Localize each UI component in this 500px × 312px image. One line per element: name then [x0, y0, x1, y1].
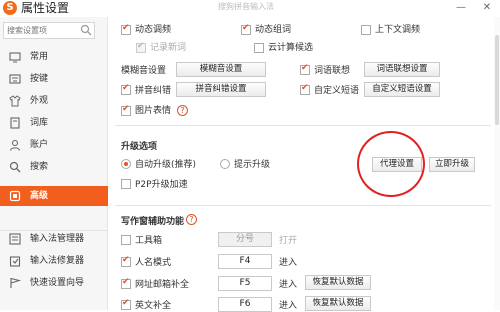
divider — [115, 205, 491, 206]
sidebar-item-common[interactable]: 常用 — [0, 47, 108, 67]
help-icon[interactable]: ? — [186, 214, 197, 225]
tool-label: 快速设置向导 — [30, 278, 85, 288]
english-complete-action-label: 进入 — [279, 301, 298, 311]
english-complete-label: 英文补全 — [135, 301, 172, 311]
name-mode-label: 人名模式 — [135, 258, 172, 268]
auto-upgrade-radio[interactable] — [121, 159, 131, 169]
auto-upgrade-label: 自动升级(推荐) — [135, 160, 197, 170]
english-complete-checkbox[interactable] — [121, 298, 131, 310]
advanced-icon — [9, 190, 21, 202]
settings-panel: 动态调频 动态组词 上下文调频 记录新词 云计算候选 模糊音设置 模糊音设置 词… — [109, 17, 500, 312]
tool-ime-manager[interactable]: 输入法管理器 — [0, 229, 108, 249]
sidebar-search — [3, 22, 95, 39]
sidebar-item-label: 账户 — [30, 140, 49, 150]
shirt-icon — [9, 95, 21, 107]
custom-phrase-label: 自定义短语 — [314, 86, 360, 96]
url-email-label: 网址邮箱补全 — [135, 280, 190, 290]
cloud-candidate-checkbox[interactable] — [254, 43, 264, 53]
toolbox-label: 工具箱 — [135, 236, 163, 246]
search-icon[interactable] — [80, 24, 92, 36]
name-mode-checkbox[interactable] — [121, 255, 131, 267]
restore-url-email-button[interactable]: 恢复默认数据 — [305, 275, 371, 290]
context-tune-checkbox[interactable] — [361, 25, 371, 35]
sidebar-item-label: 搜索 — [30, 162, 49, 172]
url-email-action-label: 进入 — [279, 280, 298, 290]
url-email-key-input[interactable]: F5 — [218, 276, 272, 291]
p2p-checkbox[interactable] — [121, 179, 131, 189]
book-icon — [10, 117, 20, 129]
emoji-checkbox[interactable] — [121, 104, 131, 116]
toolbox-checkbox[interactable] — [121, 235, 131, 245]
custom-phrase-checkbox[interactable] — [300, 83, 310, 95]
sidebar-item-dictionary[interactable]: 词库 — [0, 113, 108, 133]
toolbox-action-label: 打开 — [279, 236, 298, 246]
writing-section-title: 写作窗辅助功能 — [121, 217, 185, 227]
title-bar: S 属性设置 搜狗拼音输入法 — ✕ — [0, 0, 500, 17]
sidebar: 常用 按键 外观 词库 账户 搜索 高级 输入法管理器 输入法修复器 快速设置向… — [0, 17, 108, 310]
tool-label: 输入法修复器 — [30, 256, 85, 266]
manager-icon — [9, 233, 21, 245]
spell-correct-checkbox[interactable] — [121, 83, 131, 95]
repair-icon — [9, 256, 21, 267]
custom-phrase-settings-button[interactable]: 自定义短语设置 — [364, 82, 440, 97]
wizard-icon — [10, 277, 21, 288]
sidebar-item-label: 按键 — [30, 74, 49, 84]
window-title: 属性设置 — [21, 1, 70, 15]
divider — [115, 125, 491, 126]
name-mode-key-input[interactable]: F4 — [218, 254, 272, 269]
sidebar-item-label: 外观 — [30, 96, 49, 106]
sidebar-item-label: 常用 — [30, 52, 49, 62]
emoji-label: 图片表情 — [135, 106, 172, 116]
sidebar-item-label: 词库 — [30, 118, 49, 128]
help-icon[interactable]: ? — [177, 105, 188, 116]
prompt-upgrade-label: 提示升级 — [234, 160, 271, 170]
dynamic-combine-checkbox[interactable] — [241, 23, 251, 35]
user-icon — [9, 139, 21, 151]
close-button[interactable]: ✕ — [478, 1, 496, 15]
cloud-candidate-label: 云计算候选 — [268, 43, 314, 53]
sidebar-item-account[interactable]: 账户 — [0, 135, 108, 155]
dynamic-tune-checkbox[interactable] — [121, 23, 131, 35]
upgrade-now-button[interactable]: 立即升级 — [429, 157, 475, 172]
sidebar-item-advanced[interactable]: 高级 — [0, 186, 108, 206]
tool-ime-repair[interactable]: 输入法修复器 — [0, 251, 108, 271]
scrollbar-thumb[interactable] — [495, 35, 499, 125]
sidebar-item-keys[interactable]: 按键 — [0, 69, 108, 89]
record-new-checkbox[interactable] — [136, 41, 146, 53]
name-mode-action-label: 进入 — [279, 258, 298, 268]
sogou-logo-icon: S — [3, 1, 17, 15]
fuzzy-label: 模糊音设置 — [121, 66, 167, 76]
spell-correct-label: 拼音纠错 — [135, 86, 172, 96]
monitor-icon — [9, 52, 21, 63]
association-settings-button[interactable]: 词语联想设置 — [364, 62, 440, 77]
association-label: 词语联想 — [314, 66, 351, 76]
p2p-label: P2P升级加速 — [135, 180, 188, 190]
minimize-button[interactable]: — — [452, 1, 470, 15]
fuzzy-settings-button[interactable]: 模糊音设置 — [176, 62, 266, 77]
url-email-checkbox[interactable] — [121, 277, 131, 289]
spell-correct-settings-button[interactable]: 拼音纠错设置 — [176, 82, 266, 97]
tool-setup-wizard[interactable]: 快速设置向导 — [0, 273, 108, 293]
tool-label: 输入法管理器 — [30, 234, 85, 244]
association-checkbox[interactable] — [300, 63, 310, 75]
search-icon — [9, 161, 21, 173]
highlight-circle — [357, 131, 425, 197]
sidebar-item-label: 高级 — [30, 191, 49, 201]
record-new-label: 记录新词 — [150, 43, 187, 53]
search-input[interactable] — [4, 23, 78, 38]
keyboard-icon — [9, 74, 21, 84]
restore-english-button[interactable]: 恢复默认数据 — [305, 296, 371, 311]
dynamic-combine-label: 动态组词 — [255, 25, 292, 35]
dynamic-tune-label: 动态调频 — [135, 25, 172, 35]
sidebar-item-appearance[interactable]: 外观 — [0, 91, 108, 111]
upgrade-section-title: 升级选项 — [121, 142, 158, 152]
toolbox-key-input[interactable]: 分号 — [218, 232, 272, 247]
context-tune-label: 上下文调频 — [375, 25, 421, 35]
window-subtitle: 搜狗拼音输入法 — [218, 2, 274, 11]
sidebar-item-search[interactable]: 搜索 — [0, 157, 108, 177]
prompt-upgrade-radio[interactable] — [220, 159, 230, 169]
